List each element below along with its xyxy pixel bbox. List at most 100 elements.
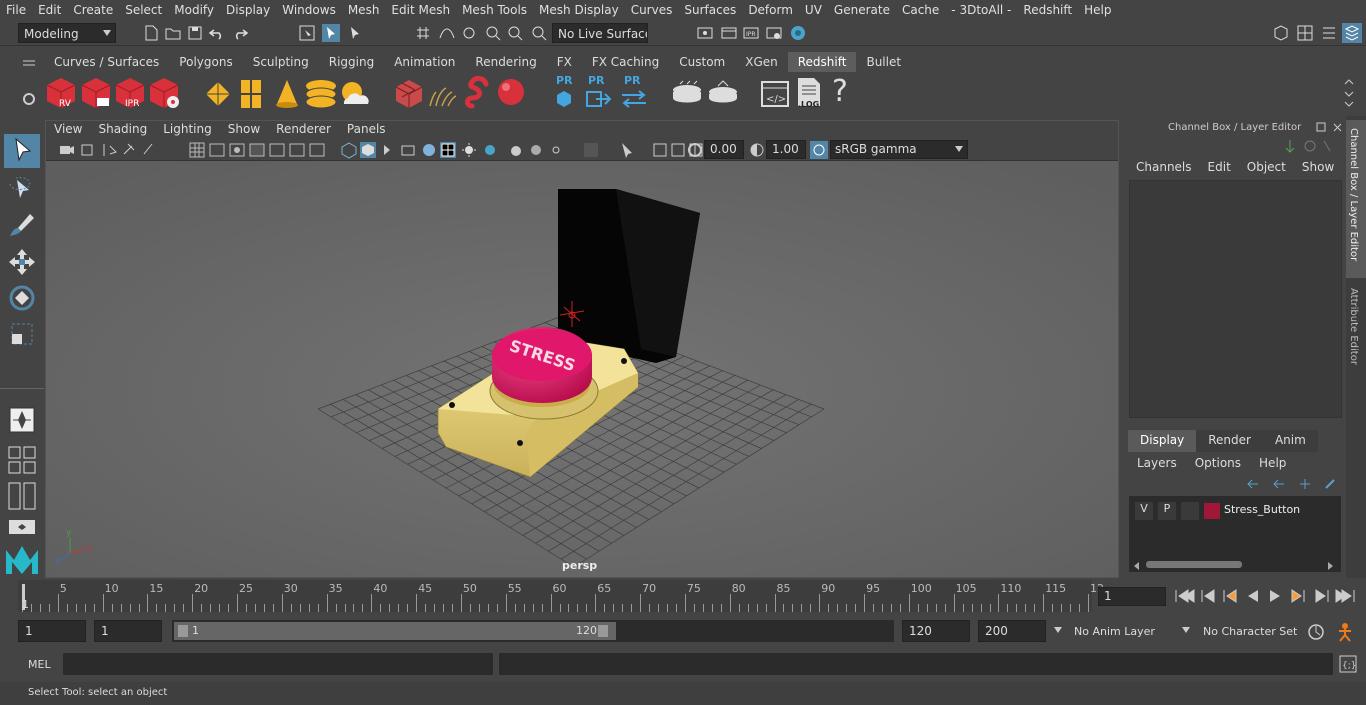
anim-layer-label[interactable]: No Anim Layer	[1074, 625, 1155, 638]
menu-deform[interactable]: Deform	[742, 3, 799, 17]
redshift-log-button[interactable]: .LOG	[794, 76, 824, 112]
layer-row-stress-button[interactable]: V P Stress_Button	[1131, 500, 1339, 522]
menu-edit[interactable]: Edit	[32, 3, 67, 17]
shelf-tab-sculpting[interactable]: Sculpting	[243, 52, 319, 72]
redo-icon[interactable]	[231, 24, 249, 42]
shelf-tab-bullet[interactable]: Bullet	[856, 52, 911, 72]
exposure-icon[interactable]	[686, 141, 704, 159]
command-input[interactable]	[63, 653, 493, 675]
colorspace-dropdown[interactable]: sRGB gamma	[830, 140, 968, 159]
redshift-render-settings-icon[interactable]	[147, 76, 181, 110]
current-frame-field[interactable]: 1	[1098, 587, 1166, 606]
viewport-menu-lighting[interactable]: Lighting	[155, 121, 220, 139]
render-settings-icon[interactable]	[765, 24, 783, 42]
select-component-icon[interactable]	[346, 24, 364, 42]
redshift-volume-icon[interactable]	[394, 78, 424, 110]
ipr-render-icon[interactable]: IPR	[742, 24, 760, 42]
render-frame-icon[interactable]	[720, 24, 738, 42]
anim-layer-arrow[interactable]	[1052, 621, 1064, 641]
layer-menu-options[interactable]: Options	[1186, 454, 1250, 474]
select-object-icon[interactable]	[322, 24, 340, 42]
shelf-scroll-icon[interactable]	[1342, 78, 1356, 108]
playback-end-field[interactable]: 120	[902, 620, 970, 642]
layout-icon[interactable]	[1296, 24, 1314, 42]
new-scene-icon[interactable]	[142, 24, 160, 42]
snap-curve-icon[interactable]	[438, 24, 456, 42]
snap-view-icon[interactable]	[484, 24, 502, 42]
redshift-help-button[interactable]: ?	[832, 74, 848, 109]
make-live-icon[interactable]	[530, 24, 548, 42]
menu-mesh-display[interactable]: Mesh Display	[533, 3, 625, 17]
menu-cache[interactable]: Cache	[896, 3, 945, 17]
outliner-icon[interactable]	[1320, 24, 1338, 42]
redshift-batch-render-icon[interactable]	[79, 76, 113, 110]
redshift-light-icon[interactable]	[272, 78, 302, 110]
layer-menu-layers[interactable]: Layers	[1128, 454, 1186, 474]
display-mode-icons[interactable]	[188, 141, 328, 159]
redshift-render-view-icon[interactable]: RV	[44, 76, 78, 110]
character-set-label[interactable]: No Character Set	[1203, 625, 1297, 638]
shelf-tab-xgen[interactable]: XGen	[735, 52, 788, 72]
layer-menu-help[interactable]: Help	[1250, 454, 1295, 474]
menu-modify[interactable]: Modify	[168, 3, 220, 17]
menu-file[interactable]: File	[0, 3, 32, 17]
redshift-sprite-icon[interactable]	[237, 78, 265, 110]
shelf-tab-fx[interactable]: FX	[547, 52, 582, 72]
exposure-field[interactable]: 0.00	[704, 140, 744, 159]
menu-curves[interactable]: Curves	[625, 3, 679, 17]
shelf-tab-animation[interactable]: Animation	[384, 52, 465, 72]
viewport-menu-panels[interactable]: Panels	[339, 121, 394, 139]
layer-tab-display[interactable]: Display	[1128, 430, 1197, 452]
time-slider[interactable]: 5 10 15 20 25 30 35 40 45 50 55 60 65 70 75 80 85 90 95 100…	[0, 578, 1366, 614]
select-hierarchy-icon[interactable]	[298, 24, 316, 42]
playback-start-field[interactable]: 1	[94, 620, 162, 642]
shelf-tab-fx-caching[interactable]: FX Caching	[582, 52, 669, 72]
mel-label[interactable]: MEL	[28, 658, 51, 671]
redshift-scripting-icon[interactable]: </>	[760, 78, 790, 110]
save-scene-icon[interactable]	[186, 24, 204, 42]
viewport-menu-renderer[interactable]: Renderer	[268, 121, 339, 139]
menu-uv[interactable]: UV	[799, 3, 828, 17]
channel-menu-show[interactable]: Show	[1294, 160, 1342, 178]
select-tool-button[interactable]	[4, 134, 40, 168]
redshift-pr-mesh-button[interactable]: PR	[548, 74, 580, 112]
viewport-menu-show[interactable]: Show	[220, 121, 268, 139]
side-tab-attribute-editor[interactable]: Attribute Editor	[1346, 282, 1366, 378]
scene-end-field[interactable]: 200	[978, 620, 1046, 642]
range-slider[interactable]: 1 120	[172, 620, 894, 642]
playback-controls[interactable]	[1172, 587, 1358, 605]
viewport-scene[interactable]: STRESS y x z persp	[46, 161, 1118, 577]
redshift-sphere-icon[interactable]	[494, 76, 528, 110]
panel-float-close-icon[interactable]	[1316, 122, 1344, 134]
redshift-hair-icon[interactable]	[426, 78, 460, 110]
rotate-tool-icon[interactable]	[6, 282, 38, 314]
gamma-icon[interactable]	[748, 141, 766, 159]
gamma-field[interactable]: 1.00	[766, 140, 806, 159]
menu-mesh[interactable]: Mesh	[342, 3, 386, 17]
script-editor-icon[interactable]: {;}	[1339, 655, 1357, 673]
menu-mesh-tools[interactable]: Mesh Tools	[456, 3, 533, 17]
auto-key-icon[interactable]	[1306, 622, 1326, 642]
character-set-arrow[interactable]	[1180, 621, 1192, 641]
menu-3dtoall[interactable]: - 3DtoAll -	[945, 3, 1017, 17]
layer-playback-toggle[interactable]: P	[1158, 502, 1176, 520]
live-surface-field[interactable]: No Live Surface	[552, 23, 648, 43]
lasso-tool-icon[interactable]	[6, 174, 38, 206]
shelf-tab-polygons[interactable]: Polygons	[169, 52, 242, 72]
range-start-grip[interactable]	[178, 625, 188, 637]
redshift-proxy-icon[interactable]	[202, 78, 234, 110]
channel-box-icons[interactable]	[1284, 138, 1332, 154]
redshift-pr-swap-button[interactable]: PR	[620, 74, 652, 112]
viewport-menu-view[interactable]: View	[46, 121, 90, 139]
move-tool-icon[interactable]	[6, 246, 38, 278]
hypershade-icon[interactable]	[789, 24, 807, 42]
scene-start-field[interactable]: 1	[18, 620, 86, 642]
snap-point-icon[interactable]	[460, 24, 478, 42]
menu-edit-mesh[interactable]: Edit Mesh	[385, 3, 456, 17]
show-manipulator-icon[interactable]	[6, 404, 38, 436]
channel-menu-edit[interactable]: Edit	[1200, 160, 1239, 178]
layout-outliner-icon[interactable]	[8, 516, 36, 538]
open-scene-icon[interactable]	[164, 24, 182, 42]
redshift-sun-sky-icon[interactable]	[338, 78, 372, 110]
snap-surface-icon[interactable]	[506, 24, 524, 42]
